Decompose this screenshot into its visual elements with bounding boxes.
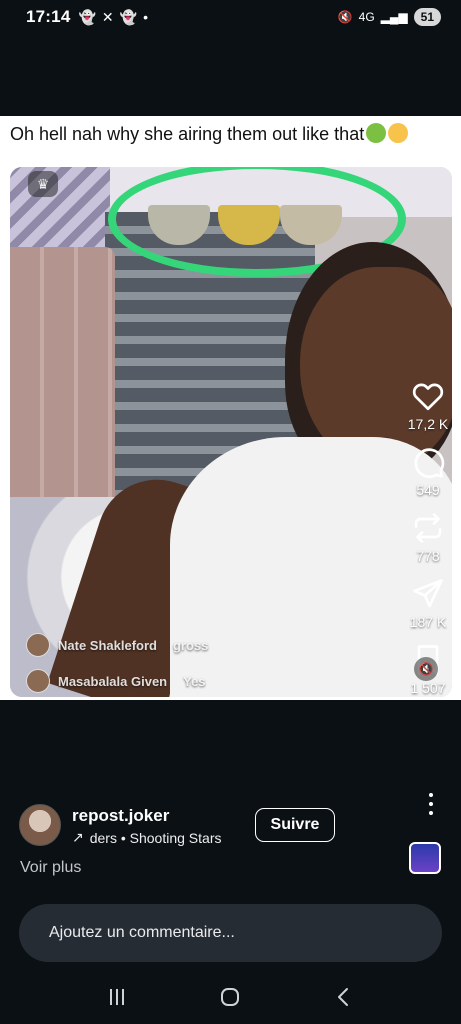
like-button[interactable]: 17,2 K <box>408 378 448 432</box>
live-comment-name: Masabalala Given <box>58 673 168 689</box>
notification-icons: 👻 ✕ 👻 • <box>78 9 148 26</box>
audio-thumbnail[interactable] <box>409 842 441 874</box>
mute-icon: 🔇 <box>337 10 353 24</box>
post-card: Oh hell nah why she airing them out like… <box>0 116 461 700</box>
share-count: 187 K <box>409 614 447 630</box>
save-count: 1 507 <box>410 680 446 696</box>
share-button[interactable]: 187 K <box>409 576 447 630</box>
back-icon <box>338 988 349 1006</box>
home-button[interactable] <box>210 977 250 1017</box>
author-subtitle[interactable]: ↗ ders • Shooting Stars <box>72 829 221 846</box>
status-time: 17:14 <box>26 7 71 26</box>
recent-apps-button[interactable] <box>97 977 137 1017</box>
snapchat-icon: 👻 <box>78 8 96 25</box>
comment-button[interactable]: 549 <box>410 444 446 498</box>
home-icon <box>221 988 240 1006</box>
dot <box>429 811 433 815</box>
repost-icon <box>414 513 442 543</box>
author-avatar[interactable] <box>19 804 61 846</box>
repost-button[interactable]: 778 <box>410 510 446 564</box>
send-icon <box>413 579 443 608</box>
comment-input[interactable]: Ajoutez un commentaire... <box>19 904 442 962</box>
battery-badge: 51 <box>413 8 441 26</box>
signal-icon: ▂▄▆ <box>380 10 408 24</box>
dot <box>429 802 433 806</box>
see-more-link[interactable]: Voir plus <box>20 859 81 877</box>
snapchat-icon: 👻 <box>119 8 138 25</box>
live-comment-text: Yes <box>183 673 206 689</box>
dot-icon: • <box>143 9 148 25</box>
status-right: 🔇 4G ▂▄▆ 51 <box>338 8 441 26</box>
comment-icon <box>414 448 445 478</box>
live-comment: Masabalala Given Yes <box>26 669 206 693</box>
loudly-crying-face-emoji <box>388 123 409 143</box>
post-photo[interactable]: ♛ Nate Shakleford gross Masabalala Given… <box>10 167 452 697</box>
like-count: 17,2 K <box>407 416 449 432</box>
nauseated-face-emoji <box>366 123 387 143</box>
trending-arrow-icon: ↗ <box>72 829 84 845</box>
system-nav-bar <box>0 970 461 1024</box>
network-label: 4G <box>358 10 375 24</box>
live-comment-text: gross <box>172 637 209 653</box>
status-bar: 17:14 👻 ✕ 👻 • 🔇 4G ▂▄▆ 51 <box>0 0 461 34</box>
follow-button[interactable]: Suivre <box>255 808 335 842</box>
live-comment: Nate Shakleford gross <box>26 633 208 657</box>
repost-count: 778 <box>416 548 440 564</box>
heart-icon <box>412 383 444 411</box>
avatar <box>26 633 50 657</box>
comment-count: 549 <box>416 482 440 498</box>
mute-toggle-icon[interactable]: 🔇 <box>414 657 438 681</box>
recent-apps-icon <box>109 989 124 1005</box>
caption-text: Oh hell nah why she airing them out like… <box>10 124 365 144</box>
avatar <box>26 669 50 693</box>
x-icon: ✕ <box>101 8 114 25</box>
comment-placeholder: Ajoutez un commentaire... <box>49 924 235 941</box>
crown-icon: ♛ <box>28 171 58 197</box>
live-comment-name: Nate Shakleford <box>58 637 157 653</box>
back-button[interactable] <box>324 977 364 1017</box>
more-options-button[interactable] <box>427 793 435 815</box>
dot <box>429 793 433 797</box>
audio-label: ders • Shooting Stars <box>89 829 222 846</box>
author-username[interactable]: repost.joker <box>72 806 169 826</box>
post-caption: Oh hell nah why she airing them out like… <box>10 122 455 146</box>
